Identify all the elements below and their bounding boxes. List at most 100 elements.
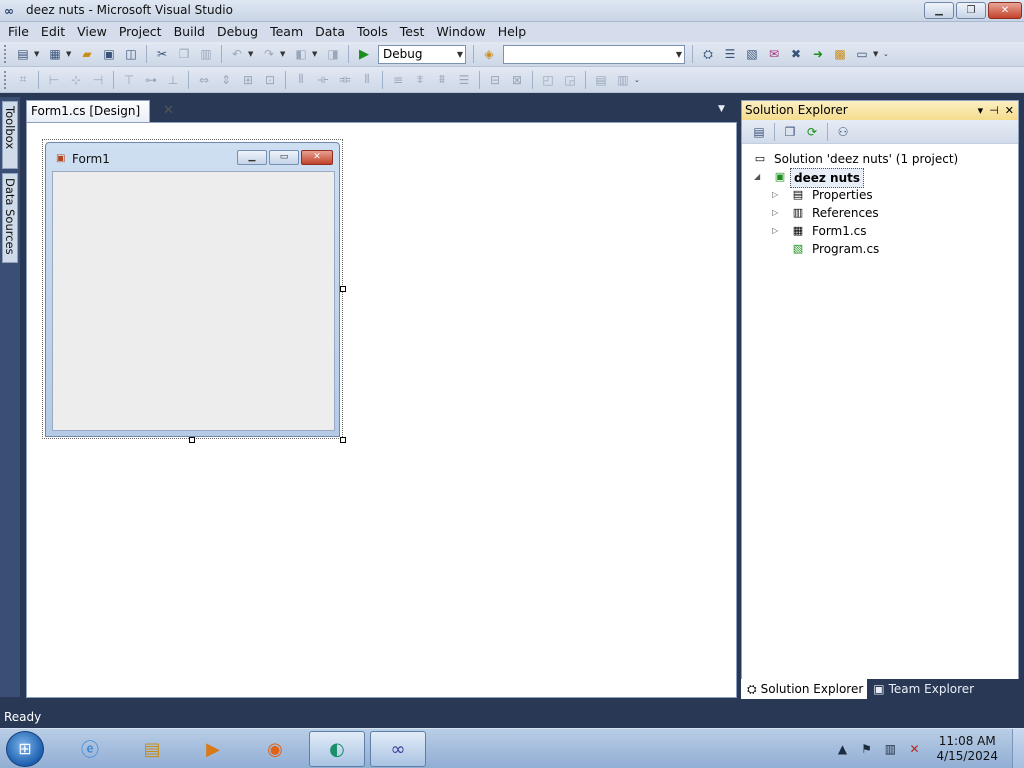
solution-explorer-icon[interactable]: ⛭: [699, 45, 717, 63]
remove-vertical-spacing-icon[interactable]: ☰: [455, 71, 473, 89]
form1-frame[interactable]: ▣ Form1 ▁ ▭ ✕: [45, 142, 340, 437]
resize-handle-bottom-right[interactable]: [340, 437, 346, 443]
clock[interactable]: 11:08 AM 4/15/2024: [936, 734, 998, 764]
navigate-back-dropdown[interactable]: ▼: [312, 50, 320, 58]
increase-horizontal-spacing-icon[interactable]: ⟛: [314, 71, 332, 89]
new-project-icon[interactable]: ▤: [14, 45, 32, 63]
increase-vertical-spacing-icon[interactable]: ⩨: [411, 71, 429, 89]
menu-help[interactable]: Help: [492, 22, 533, 42]
menu-build[interactable]: Build: [168, 22, 211, 42]
decrease-horizontal-spacing-icon[interactable]: ⟚: [336, 71, 354, 89]
cut-icon[interactable]: ✂: [153, 45, 171, 63]
active-files-dropdown-icon[interactable]: ▼: [718, 104, 725, 114]
size-to-grid-icon[interactable]: ⊞: [239, 71, 257, 89]
firefox-icon[interactable]: ◉: [247, 731, 303, 767]
properties-icon[interactable]: ❐: [781, 123, 799, 141]
menu-view[interactable]: View: [71, 22, 113, 42]
redo-icon[interactable]: ↷: [260, 45, 278, 63]
volume-muted-icon[interactable]: ✕: [905, 742, 923, 756]
start-debugging-icon[interactable]: ▶: [355, 45, 373, 63]
view-class-diagram-icon[interactable]: ⚇: [834, 123, 852, 141]
send-to-back-icon[interactable]: ◲: [561, 71, 579, 89]
tree-item-form1[interactable]: ▷ ▦ Form1.cs: [742, 222, 1018, 240]
start-page-icon[interactable]: ➜: [809, 45, 827, 63]
undo-icon[interactable]: ↶: [228, 45, 246, 63]
add-item-dropdown[interactable]: ▼: [66, 50, 74, 58]
horizontal-spacing-icon[interactable]: ⫴: [292, 71, 310, 89]
form-maximize-button[interactable]: ▭: [269, 150, 299, 165]
menu-tools[interactable]: Tools: [351, 22, 394, 42]
tab-solution-explorer[interactable]: ⛭ Solution Explorer: [741, 679, 868, 699]
extension-manager-icon[interactable]: ✖: [787, 45, 805, 63]
toolbar-grip[interactable]: [4, 70, 8, 89]
command-window-icon[interactable]: ▩: [831, 45, 849, 63]
find-in-files-icon[interactable]: ◈: [480, 45, 498, 63]
copy-icon[interactable]: ❐: [175, 45, 193, 63]
align-middles-icon[interactable]: ⊶: [142, 71, 160, 89]
toolbar-grip[interactable]: [4, 45, 8, 63]
action-center-flag-icon[interactable]: ⚑: [857, 742, 875, 756]
internet-explorer-icon[interactable]: ⓔ: [62, 731, 118, 767]
paste-icon[interactable]: ▥: [197, 45, 215, 63]
make-same-width-icon[interactable]: ⇔: [195, 71, 213, 89]
solution-explorer-header[interactable]: Solution Explorer ▾ ⊣ ✕: [742, 101, 1018, 120]
menu-file[interactable]: File: [2, 22, 35, 42]
network-icon[interactable]: ▥: [881, 742, 899, 756]
show-all-files-icon[interactable]: ▤: [750, 123, 768, 141]
start-button[interactable]: ⊞: [6, 731, 44, 767]
expand-icon[interactable]: ▷: [772, 222, 782, 240]
minimize-button[interactable]: ▁: [924, 2, 954, 19]
align-lefts-icon[interactable]: ⊢: [45, 71, 63, 89]
tree-item-solution[interactable]: ▭ Solution 'deez nuts' (1 project): [742, 150, 1018, 168]
toolbox-icon[interactable]: ✉: [765, 45, 783, 63]
refresh-icon[interactable]: ⟳: [803, 123, 821, 141]
window-position-icon[interactable]: ▾: [978, 101, 984, 120]
align-tops-icon[interactable]: ⊤: [120, 71, 138, 89]
media-player-icon[interactable]: ▶: [185, 731, 241, 767]
navigate-back-icon[interactable]: ◧: [292, 45, 310, 63]
center-vertically-icon[interactable]: ⊠: [508, 71, 526, 89]
visual-studio-icon[interactable]: ∞: [370, 731, 426, 767]
remove-horizontal-spacing-icon[interactable]: ⦀: [358, 71, 376, 89]
align-rights-icon[interactable]: ⊣: [89, 71, 107, 89]
toolbar-overflow-dropdown[interactable]: ▼: [873, 50, 881, 58]
undo-dropdown[interactable]: ▼: [248, 50, 256, 58]
make-same-size-icon[interactable]: ⊡: [261, 71, 279, 89]
form-minimize-button[interactable]: ▁: [237, 150, 267, 165]
toolbar-options-icon[interactable]: ⌄: [634, 76, 642, 84]
windows-explorer-icon[interactable]: ▤: [124, 731, 180, 767]
menu-project[interactable]: Project: [113, 22, 168, 42]
resize-handle-bottom[interactable]: [189, 437, 195, 443]
tree-item-properties[interactable]: ▷ ▤ Properties: [742, 186, 1018, 204]
open-icon[interactable]: ▰: [78, 45, 96, 63]
center-horizontally-icon[interactable]: ⊟: [486, 71, 504, 89]
expand-icon[interactable]: ▷: [772, 186, 782, 204]
redo-dropdown[interactable]: ▼: [280, 50, 288, 58]
menu-debug[interactable]: Debug: [211, 22, 264, 42]
lock-controls-icon[interactable]: ▥: [614, 71, 632, 89]
align-to-grid-icon[interactable]: ⌗: [14, 71, 32, 89]
app-circle-icon[interactable]: ◐: [309, 731, 365, 767]
menu-window[interactable]: Window: [430, 22, 491, 42]
show-hidden-icons-icon[interactable]: ▲: [833, 742, 851, 756]
align-centers-icon[interactable]: ⊹: [67, 71, 85, 89]
close-button[interactable]: ✕: [988, 2, 1022, 19]
tab-team-explorer[interactable]: ▣ Team Explorer: [867, 679, 978, 699]
show-desktop-button[interactable]: [1012, 729, 1024, 768]
vertical-spacing-icon[interactable]: ≡: [389, 71, 407, 89]
auto-hide-pin-icon[interactable]: ⊣: [989, 101, 999, 120]
navigate-forward-icon[interactable]: ◨: [324, 45, 342, 63]
find-combo[interactable]: ▼: [503, 44, 685, 64]
form1-client-area[interactable]: [52, 171, 335, 431]
collapse-icon[interactable]: ◢: [754, 168, 764, 186]
menu-test[interactable]: Test: [394, 22, 431, 42]
menu-team[interactable]: Team: [264, 22, 309, 42]
save-all-icon[interactable]: ◫: [122, 45, 140, 63]
save-icon[interactable]: ▣: [100, 45, 118, 63]
bring-to-front-icon[interactable]: ◰: [539, 71, 557, 89]
add-item-icon[interactable]: ▦: [46, 45, 64, 63]
tab-order-icon[interactable]: ▤: [592, 71, 610, 89]
close-icon[interactable]: ✕: [163, 101, 177, 121]
resize-handle-right[interactable]: [340, 286, 346, 292]
menu-edit[interactable]: Edit: [35, 22, 71, 42]
